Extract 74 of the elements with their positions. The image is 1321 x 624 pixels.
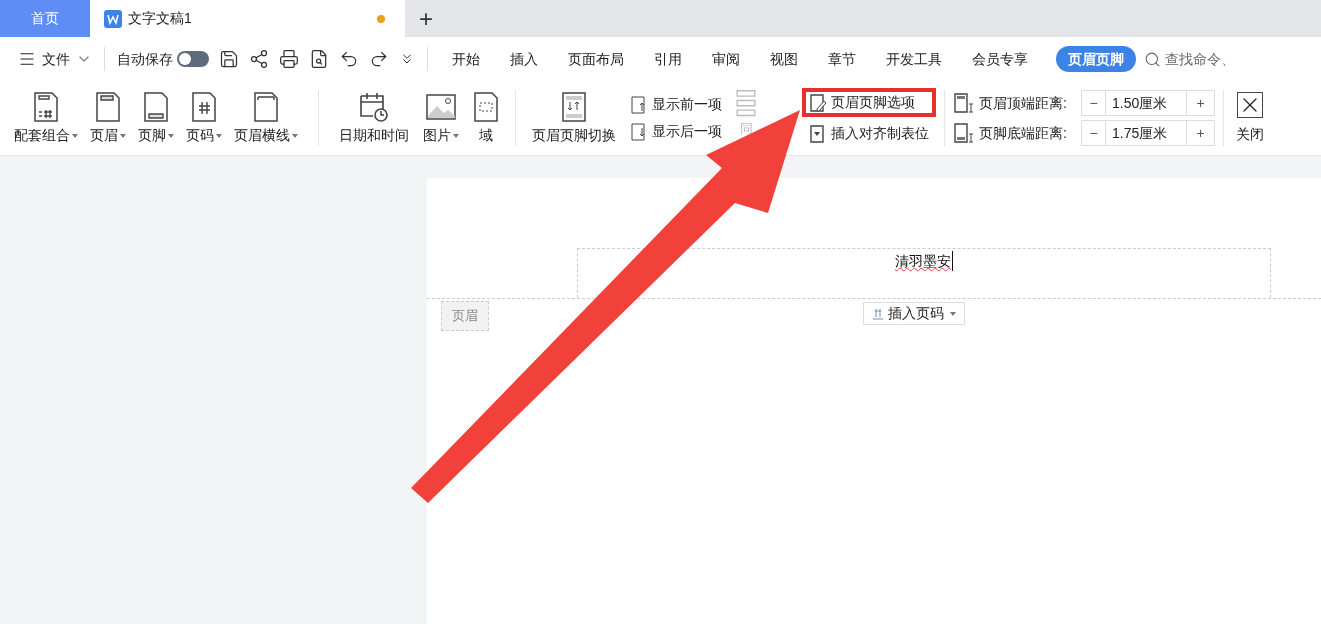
option-button[interactable]: 插入对齐制表位: [802, 119, 936, 148]
ribbon-button[interactable]: 配套组合: [10, 86, 82, 150]
document-tab[interactable]: 文字文稿1: [90, 0, 405, 37]
menu-icon: [18, 50, 36, 68]
distance-label: 页脚底端距离:: [979, 123, 1068, 143]
ribbon-button[interactable]: 页眉页脚切换: [528, 86, 620, 150]
increment-button[interactable]: +: [1186, 91, 1214, 115]
ribbon-tab[interactable]: 开发工具: [874, 46, 954, 72]
caret-icon: [453, 133, 459, 138]
ribbon-tab[interactable]: 章节: [816, 46, 868, 72]
ribbon-button[interactable]: 页码: [182, 86, 226, 150]
ribbon-tab[interactable]: 审阅: [700, 46, 752, 72]
redo-icon: [369, 49, 389, 69]
ribbon-tab[interactable]: 引用: [642, 46, 694, 72]
option-button[interactable]: 页眉页脚选项: [802, 88, 936, 117]
caret-icon: [216, 133, 222, 138]
share-icon: [249, 49, 269, 69]
caret-icon: [120, 133, 126, 138]
save-icon: [219, 49, 239, 69]
calendar-clock-icon: [358, 91, 390, 123]
ribbon-button[interactable]: 域: [469, 86, 503, 150]
header-tag: 页眉: [441, 301, 489, 331]
print-preview-icon: [309, 49, 329, 69]
distance-spinner[interactable]: − 1.50厘米 +: [1081, 90, 1215, 116]
caret-icon: [72, 133, 78, 138]
decrement-button[interactable]: −: [1082, 91, 1106, 115]
ribbon-tab[interactable]: 会员专享: [960, 46, 1040, 72]
autosave-label: 自动保存: [117, 49, 173, 69]
increment-button[interactable]: +: [1186, 121, 1214, 145]
tab-stop-icon: [809, 123, 827, 144]
close-button[interactable]: 关闭: [1232, 91, 1268, 145]
ribbon-tab[interactable]: 页面布局: [556, 46, 636, 72]
page-icon: [253, 92, 279, 122]
margin-icon: [953, 122, 975, 144]
page-icon: [191, 92, 217, 122]
ribbon-tab[interactable]: 插入: [498, 46, 550, 72]
ribbon-button[interactable]: 日期和时间: [335, 86, 413, 150]
close-icon: [1237, 91, 1263, 118]
ribbon-button[interactable]: 页眉: [86, 86, 130, 150]
margin-icon: [953, 92, 975, 114]
search-icon: [1144, 50, 1161, 68]
distance-spinner[interactable]: − 1.75厘米 +: [1081, 120, 1215, 146]
autosave-toggle[interactable]: [177, 51, 209, 67]
page-icon: [143, 92, 169, 122]
ribbon-tab[interactable]: 页眉页脚: [1056, 46, 1136, 72]
caret-icon: [292, 133, 298, 138]
caret-icon: [950, 311, 956, 316]
page-icon: [95, 92, 121, 122]
nav-button[interactable]: 显示前一项: [630, 94, 722, 115]
document-app-icon: [104, 9, 122, 28]
ribbon-tab[interactable]: 开始: [440, 46, 492, 72]
field-icon: [473, 92, 499, 122]
image-icon: [426, 94, 456, 120]
ribbon-button[interactable]: 页眉横线: [230, 86, 302, 150]
distance-label: 页眉顶端距离:: [979, 93, 1068, 113]
ribbon-tab[interactable]: 视图: [758, 46, 810, 72]
distance-value: 1.50厘米: [1111, 93, 1169, 113]
switch-icon: [561, 92, 587, 122]
page-icon: [33, 92, 59, 122]
nav-button[interactable]: 显示后一项: [630, 121, 722, 142]
file-menu[interactable]: 文件: [18, 48, 92, 70]
edit-page-icon: [809, 92, 827, 113]
search-field[interactable]: 查找命令、: [1144, 48, 1235, 70]
page-number-icon: [872, 307, 884, 320]
ribbon-button[interactable]: 图片: [419, 86, 463, 150]
ribbon-button[interactable]: 页脚: [134, 86, 178, 150]
undo-icon: [339, 49, 359, 69]
caret-icon: [168, 133, 174, 138]
decrement-button[interactable]: −: [1082, 121, 1106, 145]
print-icon: [279, 49, 299, 69]
header-text[interactable]: 清羽墨安: [895, 251, 953, 271]
distance-value: 1.75厘米: [1111, 123, 1169, 143]
insert-page-number-button[interactable]: 插入页码: [863, 302, 965, 325]
new-tab-button[interactable]: +: [405, 0, 447, 37]
